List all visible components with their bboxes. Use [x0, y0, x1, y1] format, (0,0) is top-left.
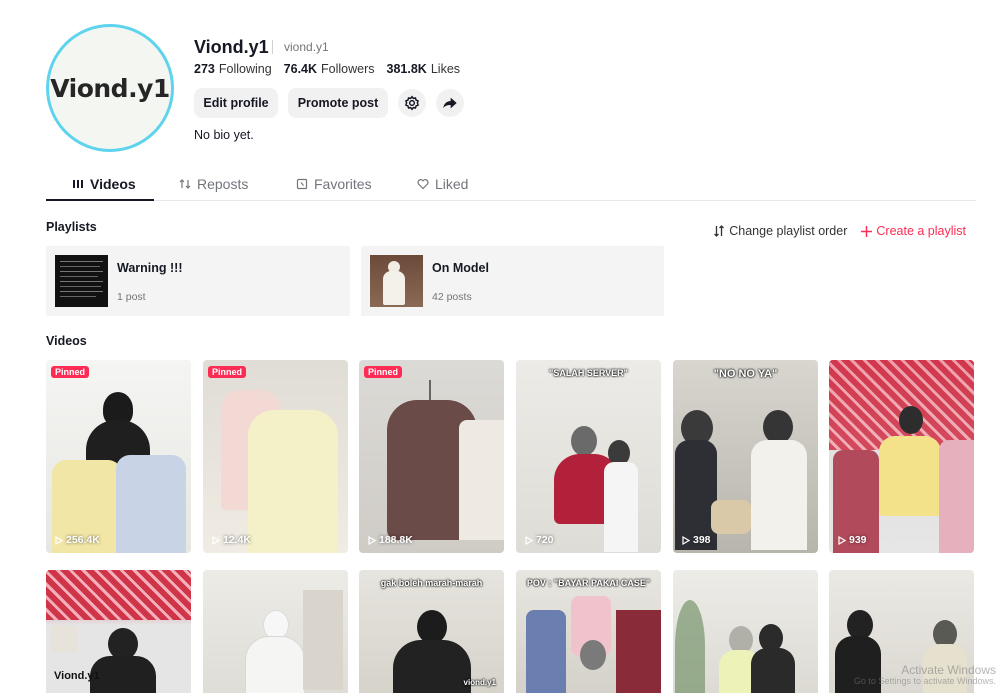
create-playlist-label: Create a playlist	[876, 224, 966, 238]
video-caption: POV : "BAYAR PAKAI CASE"	[526, 578, 651, 588]
share-arrow-icon	[443, 97, 457, 109]
gear-icon	[405, 95, 419, 111]
pinned-badge: Pinned	[364, 366, 403, 378]
video-card[interactable]: Pinned 256.4K	[46, 360, 191, 553]
divider	[272, 40, 273, 54]
video-card[interactable]	[203, 570, 348, 693]
video-card[interactable]: gak boleh marah-marah viond.y1	[359, 570, 504, 693]
video-card[interactable]: "NO NO YA" 398	[673, 360, 818, 553]
profile-username: viond.y1	[284, 40, 329, 54]
settings-button[interactable]	[398, 89, 426, 117]
playlist-post-count: 42 posts	[432, 291, 472, 303]
videos-heading: Videos	[46, 334, 87, 348]
tab-reposts-label: Reposts	[197, 176, 249, 192]
plus-icon	[861, 225, 873, 237]
profile-nickname: Viond.y1	[194, 37, 269, 57]
likes-label: Likes	[430, 62, 461, 76]
stat-followers[interactable]: 76.4K Followers	[284, 62, 375, 76]
followers-count: 76.4K	[283, 62, 318, 76]
tab-videos[interactable]: Videos	[72, 176, 136, 192]
sort-icon	[714, 225, 725, 237]
avatar-logo-text: Viond.y1	[50, 73, 170, 103]
bookmark-icon	[296, 178, 308, 190]
tab-favorites[interactable]: Favorites	[296, 176, 372, 192]
playlists-heading: Playlists	[46, 220, 97, 234]
view-count-value: 188.8K	[379, 534, 413, 546]
view-count-value: 256.4K	[66, 534, 100, 546]
profile-bio: No bio yet.	[194, 128, 254, 142]
play-icon	[212, 535, 220, 545]
stat-following[interactable]: 273 Following	[194, 62, 272, 76]
view-count: 188.8K	[368, 534, 413, 546]
pinned-badge: Pinned	[51, 366, 90, 378]
tab-reposts[interactable]: Reposts	[179, 176, 248, 192]
video-card[interactable]: Pinned 188.8K	[359, 360, 504, 553]
playlist-thumbnail	[55, 255, 108, 307]
profile-stats: 273 Following 76.4K Followers 381.8K Likes	[194, 62, 460, 76]
playlist-card[interactable]: Warning !!! 1 post	[46, 246, 350, 316]
watermark-line-2: Go to Settings to activate Windows.	[853, 676, 996, 687]
windows-activation-watermark: Activate Windows Go to Settings to activ…	[853, 663, 996, 687]
view-count: 939	[838, 534, 867, 546]
play-icon	[525, 535, 533, 545]
play-icon	[368, 535, 376, 545]
create-playlist-button[interactable]: Create a playlist	[861, 224, 966, 238]
play-icon	[55, 535, 63, 545]
video-brand: viond.y1	[463, 678, 496, 687]
stat-likes: 381.8K Likes	[387, 62, 461, 76]
video-card[interactable]	[673, 570, 818, 693]
followers-label: Followers	[321, 62, 375, 76]
change-playlist-order-label: Change playlist order	[729, 224, 848, 238]
video-brand: Viond.y1	[54, 670, 100, 682]
pinned-badge: Pinned	[208, 366, 247, 378]
view-count: 398	[682, 534, 711, 546]
playlist-post-count: 1 post	[117, 291, 146, 303]
video-card[interactable]: "SALAH SERVER" 720	[516, 360, 661, 553]
playlist-actions: Change playlist order Create a playlist	[713, 224, 966, 238]
playlist-card[interactable]: On Model 42 posts	[361, 246, 664, 316]
video-caption: "SALAH SERVER"	[549, 368, 628, 378]
view-count: 720	[525, 534, 554, 546]
share-button[interactable]	[436, 89, 464, 117]
edit-profile-button[interactable]: Edit profile	[194, 88, 278, 118]
video-card[interactable]: 939	[829, 360, 974, 553]
video-caption: "NO NO YA"	[713, 368, 778, 380]
promote-post-button[interactable]: Promote post	[288, 88, 388, 118]
likes-count: 381.8K	[386, 62, 427, 76]
play-icon	[838, 535, 846, 545]
active-tab-indicator	[46, 199, 154, 201]
repost-icon	[179, 179, 191, 189]
tab-videos-label: Videos	[90, 176, 136, 192]
profile-tabs: Videos Reposts Favorites Liked	[46, 170, 976, 201]
tab-liked[interactable]: Liked	[417, 176, 468, 192]
playlist-name: On Model	[432, 261, 489, 275]
video-card[interactable]: Pinned 12.4K	[203, 360, 348, 553]
tab-favorites-label: Favorites	[314, 176, 372, 192]
tab-liked-label: Liked	[435, 176, 469, 192]
play-icon	[682, 535, 690, 545]
video-card[interactable]: Viond.y1	[46, 570, 191, 693]
video-card[interactable]: POV : "BAYAR PAKAI CASE"	[516, 570, 661, 693]
view-count: 256.4K	[55, 534, 100, 546]
view-count-value: 720	[536, 534, 554, 546]
view-count: 12.4K	[212, 534, 251, 546]
heart-icon	[417, 179, 429, 190]
following-label: Following	[218, 62, 272, 76]
view-count-value: 398	[693, 534, 711, 546]
playlist-name: Warning !!!	[117, 261, 183, 275]
view-count-value: 12.4K	[223, 534, 252, 546]
playlist-thumbnail	[370, 255, 423, 307]
change-playlist-order-button[interactable]: Change playlist order	[713, 224, 847, 238]
grid-icon	[73, 180, 83, 188]
following-count: 273	[194, 62, 215, 76]
video-caption: gak boleh marah-marah	[380, 578, 483, 588]
profile-avatar[interactable]: Viond.y1	[46, 24, 174, 152]
view-count-value: 939	[849, 534, 867, 546]
